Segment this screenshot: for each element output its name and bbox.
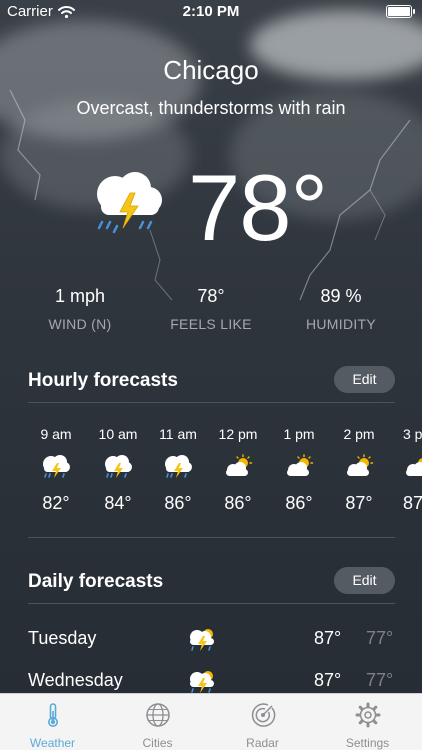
hour-time: 10 am xyxy=(98,426,138,442)
hourly-item: 3 pm 87° xyxy=(389,426,422,514)
hourly-item: 1 pm 86° xyxy=(269,426,329,514)
tab-radar-label: Radar xyxy=(246,736,279,750)
thunderstorm-sun-icon xyxy=(190,671,214,693)
partly-sunny-icon xyxy=(226,454,253,476)
hour-time: 12 pm xyxy=(218,426,258,442)
hourly-item: 12 pm 86° xyxy=(208,426,268,514)
daily-edit-button[interactable]: Edit xyxy=(334,567,395,594)
hourly-forecasts-title: Hourly forecasts xyxy=(28,370,178,391)
thermometer-icon xyxy=(47,703,58,727)
tab-bar: Weather Cities Radar Settings xyxy=(0,693,422,750)
hour-time: 9 am xyxy=(40,426,72,442)
hourly-item: 2 pm 87° xyxy=(329,426,389,514)
day-low-temp: 77° xyxy=(366,628,394,648)
day-low-temp: 77° xyxy=(366,670,394,690)
humidity-value: 89 % xyxy=(320,286,362,306)
daily-row[interactable]: Tuesday 87° 77° xyxy=(0,628,422,668)
feels-like-label: FEELS LIKE xyxy=(170,316,252,332)
partly-sunny-icon xyxy=(287,454,314,476)
partly-sunny-icon xyxy=(406,458,422,476)
battery-icon xyxy=(386,5,415,18)
hourly-edit-button[interactable]: Edit xyxy=(334,366,395,393)
hourly-item: 10 am 84° xyxy=(88,426,148,514)
hourly-bottom-divider xyxy=(28,537,395,538)
day-high-temp: 87° xyxy=(314,628,342,648)
weather-description: Overcast, thunderstorms with rain xyxy=(76,98,346,118)
day-high-temp: 87° xyxy=(314,670,342,690)
day-name: Wednesday xyxy=(28,670,123,690)
hour-temp: 86° xyxy=(224,493,252,513)
feels-like-stat: 78° FEELS LIKE xyxy=(136,286,286,332)
wind-value: 1 mph xyxy=(54,286,106,306)
hour-temp: 86° xyxy=(164,493,192,513)
current-temperature: 78° xyxy=(188,155,328,260)
thunderstorm-rain-icon xyxy=(43,455,70,478)
city-name: Chicago xyxy=(163,55,259,85)
tab-settings[interactable]: Settings xyxy=(315,694,420,750)
hour-time: 2 pm xyxy=(343,426,375,442)
status-time: 2:10 PM xyxy=(182,3,240,20)
hourly-item: 11 am 86° xyxy=(148,426,208,514)
wind-stat: 1 mph WIND (N) xyxy=(5,286,155,332)
partly-sunny-icon xyxy=(347,454,374,476)
humidity-stat: 89 % HUMIDITY xyxy=(266,286,416,332)
tab-settings-label: Settings xyxy=(345,736,390,750)
hourly-divider xyxy=(28,402,395,403)
tab-radar[interactable]: Radar xyxy=(210,694,315,750)
thunderstorm-sun-icon xyxy=(190,629,214,651)
status-bar: Carrier 2:10 PM xyxy=(0,0,422,24)
hourly-forecast-list[interactable]: 9 am 82° 10 am 84° 11 am 86° 12 pm 86° 1… xyxy=(0,426,422,526)
thunderstorm-rain-icon xyxy=(165,455,192,478)
tab-cities[interactable]: Cities xyxy=(105,694,210,750)
radar-icon xyxy=(251,703,275,727)
wind-label: WIND (N) xyxy=(48,316,112,332)
day-name: Tuesday xyxy=(28,628,97,648)
hour-temp: 87° xyxy=(345,493,373,513)
feels-like-value: 78° xyxy=(197,286,225,306)
daily-divider xyxy=(28,603,395,604)
globe-icon xyxy=(145,703,170,727)
hour-time: 11 am xyxy=(159,426,197,442)
hour-temp: 87° xyxy=(403,493,422,513)
hour-temp: 82° xyxy=(42,493,70,513)
daily-forecasts-title: Daily forecasts xyxy=(28,571,164,592)
thunderstorm-rain-icon xyxy=(105,455,132,478)
gear-icon xyxy=(355,702,380,728)
tab-cities-label: Cities xyxy=(142,736,173,750)
tab-weather-label: Weather xyxy=(29,736,76,750)
tab-weather[interactable]: Weather xyxy=(0,694,105,750)
hourly-item: 9 am 82° xyxy=(26,426,86,514)
thunderstorm-rain-icon xyxy=(97,172,162,234)
humidity-label: HUMIDITY xyxy=(305,316,377,332)
hour-time: 1 pm xyxy=(283,426,315,442)
hour-time: 3 pm xyxy=(403,426,422,442)
hour-temp: 84° xyxy=(104,493,132,513)
hour-temp: 86° xyxy=(285,493,313,513)
